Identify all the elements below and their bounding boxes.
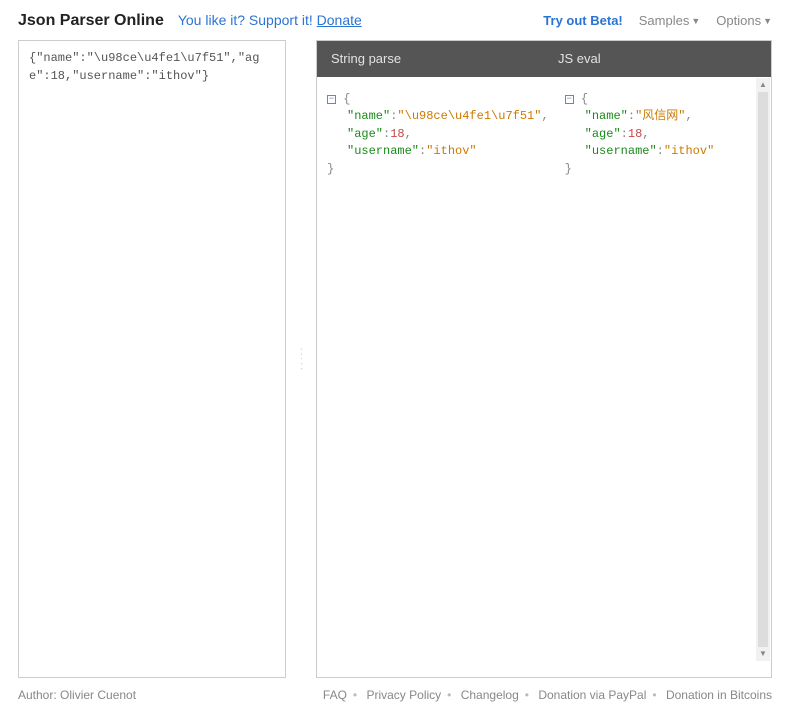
header: Json Parser Online You like it? Support … <box>0 0 790 40</box>
splitter-handle[interactable]: ● ● ● ● ● <box>298 40 304 678</box>
output-pane: String parse JS eval − { "name":"\u98ce\… <box>316 40 772 678</box>
json-key: "username" <box>585 144 657 158</box>
result-panes: − { "name":"\u98ce\u4fe1\u7f51", "age":1… <box>317 77 771 677</box>
tab-string-parse[interactable]: String parse <box>317 41 544 77</box>
nav-beta[interactable]: Try out Beta! <box>543 13 622 28</box>
scroll-up-icon[interactable]: ▲ <box>756 78 770 92</box>
tab-js-eval[interactable]: JS eval <box>544 41 771 77</box>
author-text: Author: Olivier Cuenot <box>18 688 136 702</box>
footer-faq[interactable]: FAQ <box>323 688 347 702</box>
drag-dots-icon: ● ● ● ● ● <box>300 347 303 370</box>
json-key: "age" <box>347 127 383 141</box>
json-string: "ithov" <box>664 144 714 158</box>
scrollbar-thumb[interactable] <box>758 92 768 647</box>
nav-samples-label: Samples <box>639 13 690 28</box>
json-key: "name" <box>347 109 390 123</box>
string-parse-result: − { "name":"\u98ce\u4fe1\u7f51", "age":1… <box>317 77 555 677</box>
nav-options[interactable]: Options▼ <box>716 13 772 28</box>
footer-paypal[interactable]: Donation via PayPal <box>538 688 646 702</box>
footer-links: FAQ• Privacy Policy• Changelog• Donation… <box>323 688 772 702</box>
collapse-icon[interactable]: − <box>565 95 574 104</box>
close-brace: } <box>327 162 334 176</box>
collapse-icon[interactable]: − <box>327 95 336 104</box>
donate-link[interactable]: Donate <box>317 12 362 28</box>
json-string: "风信网" <box>635 109 685 123</box>
support-text: You like it? Support it! Donate <box>178 12 362 28</box>
close-brace: } <box>565 162 572 176</box>
json-key: "name" <box>585 109 628 123</box>
json-key: "username" <box>347 144 419 158</box>
support-prefix: You like it? Support it! <box>178 12 317 28</box>
chevron-down-icon: ▼ <box>691 16 700 26</box>
nav-options-label: Options <box>716 13 761 28</box>
footer-bitcoin[interactable]: Donation in Bitcoins <box>666 688 772 702</box>
nav-samples[interactable]: Samples▼ <box>639 13 701 28</box>
nav-right: Try out Beta! Samples▼ Options▼ <box>543 13 772 28</box>
json-number: 18 <box>390 127 404 141</box>
js-eval-result: − { "name":"风信网", "age":18, "username":"… <box>555 77 771 677</box>
footer-changelog[interactable]: Changelog <box>461 688 519 702</box>
page-title: Json Parser Online <box>18 12 164 30</box>
open-brace: { <box>343 92 350 106</box>
json-string: "\u98ce\u4fe1\u7f51" <box>397 109 541 123</box>
scroll-down-icon[interactable]: ▼ <box>756 647 770 661</box>
footer-privacy[interactable]: Privacy Policy <box>366 688 441 702</box>
json-number: 18 <box>628 127 642 141</box>
open-brace: { <box>581 92 588 106</box>
json-input[interactable]: {"name":"\u98ce\u4fe1\u7f51","age":18,"u… <box>18 40 286 678</box>
json-key: "age" <box>585 127 621 141</box>
scrollbar-vertical[interactable]: ▲ ▼ <box>756 78 770 661</box>
json-string: "ithov" <box>426 144 476 158</box>
chevron-down-icon: ▼ <box>763 16 772 26</box>
tabbar: String parse JS eval <box>317 41 771 77</box>
main: {"name":"\u98ce\u4fe1\u7f51","age":18,"u… <box>0 40 790 678</box>
